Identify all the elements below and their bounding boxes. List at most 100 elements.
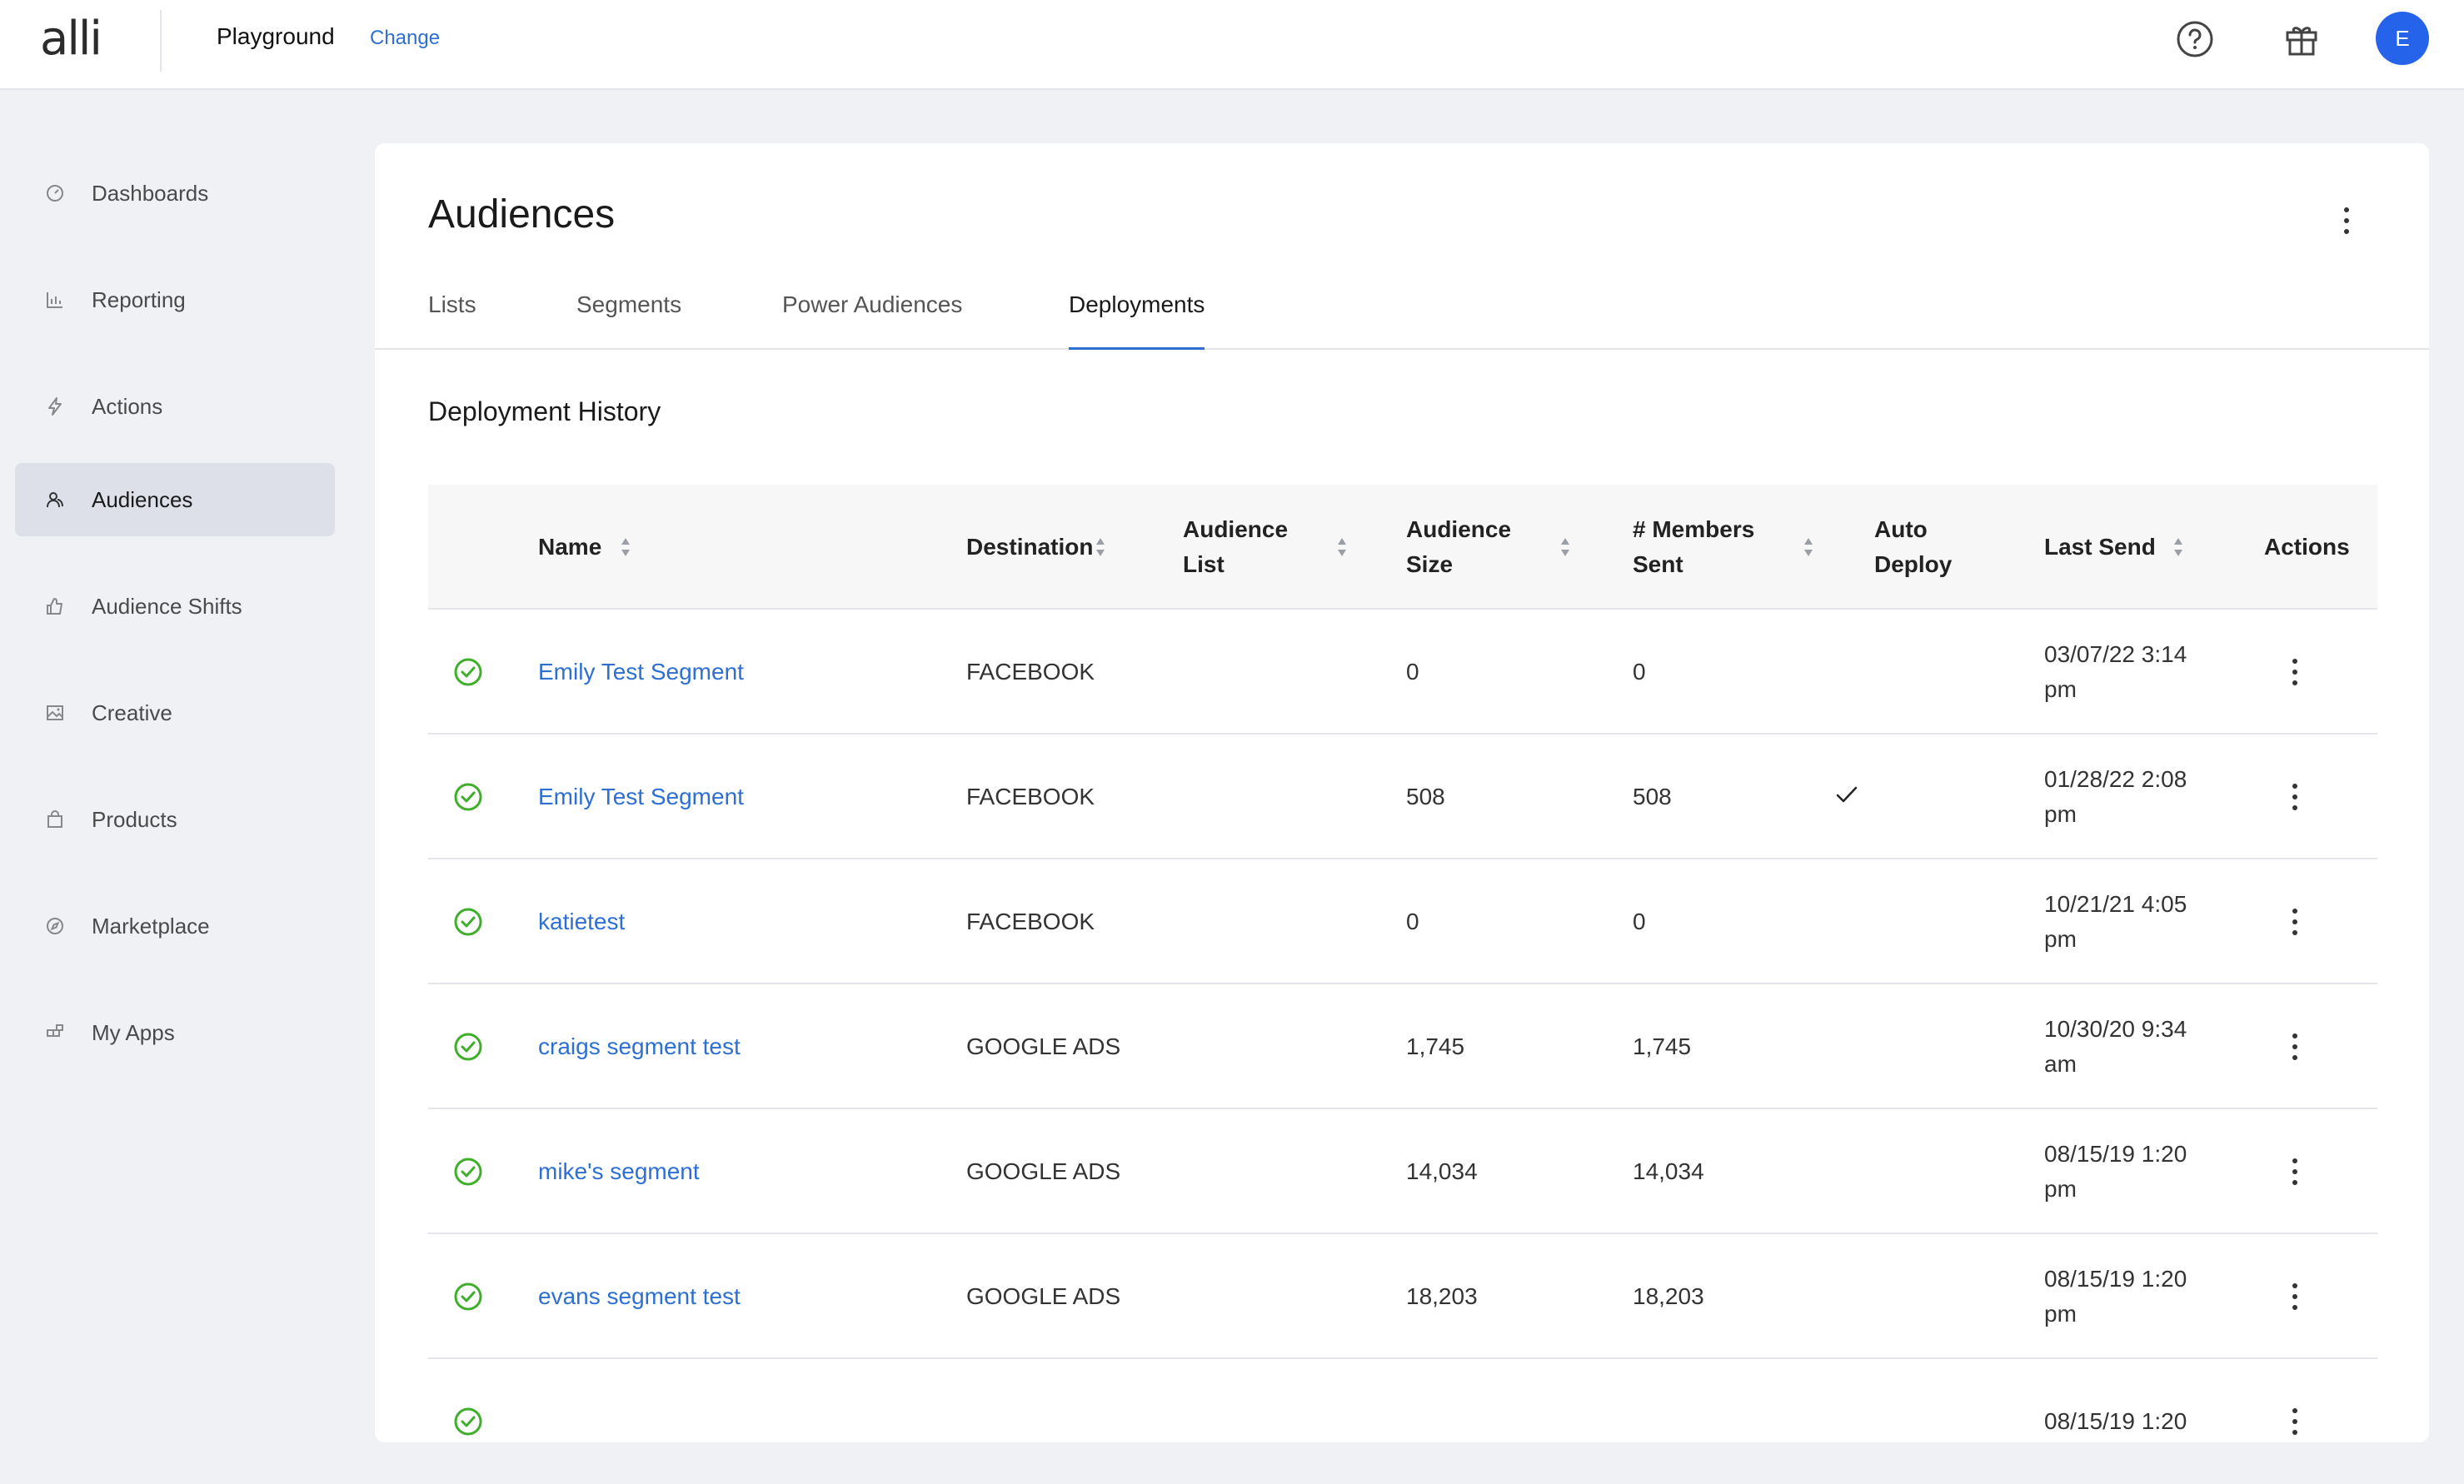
- success-check-icon: [454, 1158, 482, 1186]
- last-send-cell: 08/15/19 1:20 pm: [2044, 1266, 2187, 1327]
- table-row: Emily Test Segment FACEBOOK 0 0 03/07/22…: [428, 610, 2377, 735]
- sidebar-item-label: Audience Shifts: [92, 593, 242, 619]
- segment-name-link[interactable]: Emily Test Segment: [538, 735, 744, 859]
- bag-icon: [43, 808, 67, 831]
- last-send-cell: 08/15/19 1:20: [2044, 1408, 2187, 1434]
- row-actions-icon[interactable]: [2282, 655, 2307, 689]
- destination-cell: GOOGLE ADS: [966, 1033, 1121, 1059]
- sort-icon[interactable]: [2172, 535, 2184, 560]
- sidebar-item-dashboards[interactable]: Dashboards: [15, 157, 335, 230]
- segment-name-link[interactable]: mike's segment: [538, 1109, 700, 1234]
- last-send-cell: 01/28/22 2:08 pm: [2044, 766, 2187, 827]
- sort-icon[interactable]: [1095, 535, 1106, 560]
- tab-power-audiences[interactable]: Power Audiences: [782, 283, 962, 350]
- row-actions-icon[interactable]: [2282, 780, 2307, 814]
- audience-size-cell: 18,203: [1406, 1283, 1478, 1309]
- destination-cell: FACEBOOK: [966, 909, 1095, 934]
- sidebar-item-audiences[interactable]: Audiences: [15, 463, 335, 536]
- column-header-destination[interactable]: Destination: [966, 485, 1093, 610]
- last-send-cell: 08/15/19 1:20 pm: [2044, 1141, 2187, 1202]
- sidebar-item-reporting[interactable]: Reporting: [15, 263, 335, 336]
- table-row: craigs segment test GOOGLE ADS 1,745 1,7…: [428, 984, 2377, 1109]
- tab-lists[interactable]: Lists: [428, 283, 476, 350]
- sidebar-item-label: Reporting: [92, 286, 186, 312]
- destination-cell: GOOGLE ADS: [966, 1158, 1121, 1184]
- thumbs-up-icon: [43, 595, 67, 618]
- help-icon[interactable]: [2172, 17, 2217, 62]
- destination-cell: GOOGLE ADS: [966, 1283, 1121, 1309]
- sidebar-item-my-apps[interactable]: My Apps: [15, 996, 335, 1069]
- main-card: Audiences Lists Segments Power Audiences…: [375, 143, 2429, 1442]
- table-header: Name Destination Audience List Audience …: [428, 485, 2377, 610]
- workspace-name: Playground: [217, 23, 335, 49]
- segment-name-link[interactable]: Emily Test Segment: [538, 610, 744, 735]
- sidebar-item-actions[interactable]: Actions: [15, 370, 335, 443]
- auto-deploy-check-icon: [1836, 786, 1858, 803]
- audience-size-cell: 508: [1406, 784, 1445, 809]
- sidebar-item-audience-shifts[interactable]: Audience Shifts: [15, 570, 335, 643]
- segment-name-link[interactable]: katietest: [538, 859, 625, 984]
- sort-icon[interactable]: [620, 535, 631, 560]
- column-header-auto-deploy: Auto Deploy: [1874, 516, 1953, 577]
- table-row: Emily Test Segment FACEBOOK 508 508 01/2…: [428, 735, 2377, 859]
- sidebar-item-label: Audiences: [92, 486, 193, 512]
- last-send-cell: 10/30/20 9:34 am: [2044, 1016, 2187, 1077]
- sidebar-item-creative[interactable]: Creative: [15, 676, 335, 749]
- destination-cell: FACEBOOK: [966, 784, 1095, 809]
- sidebar-item-label: Creative: [92, 700, 172, 725]
- success-check-icon: [454, 908, 482, 936]
- success-check-icon: [454, 1282, 482, 1311]
- row-actions-icon[interactable]: [2282, 905, 2307, 939]
- segment-name-link[interactable]: craigs segment test: [538, 984, 741, 1109]
- tab-segments[interactable]: Segments: [576, 283, 681, 350]
- row-actions-icon[interactable]: [2282, 1030, 2307, 1063]
- audience-size-cell: 0: [1406, 659, 1419, 685]
- audience-size-cell: 1,745: [1406, 1033, 1465, 1059]
- column-header-name[interactable]: Name: [538, 485, 601, 610]
- segment-name-link[interactable]: evans segment test: [538, 1234, 741, 1359]
- sidebar-item-label: Actions: [92, 393, 163, 419]
- column-header-members-sent[interactable]: # Members Sent: [1633, 485, 1791, 610]
- page-title: Audiences: [428, 192, 616, 237]
- members-sent-cell: 1,745: [1633, 1033, 1692, 1059]
- gift-icon[interactable]: [2279, 17, 2324, 62]
- user-avatar[interactable]: E: [2376, 12, 2429, 65]
- more-options-icon[interactable]: [2334, 200, 2359, 242]
- tab-deployments[interactable]: Deployments: [1069, 283, 1205, 350]
- alli-logo[interactable]: alli: [40, 12, 102, 66]
- compass-icon: [43, 914, 67, 938]
- sidebar-item-marketplace[interactable]: Marketplace: [15, 889, 335, 963]
- destination-cell: FACEBOOK: [966, 659, 1095, 685]
- members-sent-cell: 18,203: [1633, 1283, 1704, 1309]
- row-actions-icon[interactable]: [2282, 1405, 2307, 1438]
- bar-chart-icon: [43, 288, 67, 311]
- last-send-cell: 03/07/22 3:14 pm: [2044, 641, 2187, 702]
- header-divider: [160, 10, 162, 72]
- members-sent-cell: 0: [1633, 909, 1646, 934]
- success-check-icon: [454, 1407, 482, 1436]
- sort-icon[interactable]: [1559, 535, 1571, 560]
- table-row: katietest FACEBOOK 0 0 10/21/21 4:05 pm: [428, 859, 2377, 984]
- sort-icon[interactable]: [1336, 535, 1348, 560]
- apps-icon: [43, 1021, 67, 1044]
- section-title: Deployment History: [428, 396, 661, 426]
- column-header-audience-size[interactable]: Audience Size: [1406, 485, 1531, 610]
- sort-icon[interactable]: [1803, 535, 1814, 560]
- row-actions-icon[interactable]: [2282, 1155, 2307, 1188]
- audience-size-cell: 14,034: [1406, 1158, 1478, 1184]
- table-row: evans segment test GOOGLE ADS 18,203 18,…: [428, 1234, 2377, 1359]
- lightning-icon: [43, 395, 67, 418]
- column-header-audience-list[interactable]: Audience List: [1183, 485, 1308, 610]
- members-sent-cell: 14,034: [1633, 1158, 1704, 1184]
- change-workspace-link[interactable]: Change: [370, 27, 440, 50]
- sidebar-item-label: Products: [92, 806, 177, 832]
- audience-tabs: Lists Segments Power Audiences Deploymen…: [375, 283, 2429, 350]
- sidebar-item-products[interactable]: Products: [15, 783, 335, 856]
- column-header-last-send[interactable]: Last Send: [2044, 485, 2156, 610]
- row-actions-icon[interactable]: [2282, 1280, 2307, 1313]
- table-row: 08/15/19 1:20: [428, 1359, 2377, 1484]
- members-sent-cell: 0: [1633, 659, 1646, 685]
- column-header-actions: Actions: [2264, 534, 2350, 560]
- success-check-icon: [454, 658, 482, 686]
- success-check-icon: [454, 783, 482, 811]
